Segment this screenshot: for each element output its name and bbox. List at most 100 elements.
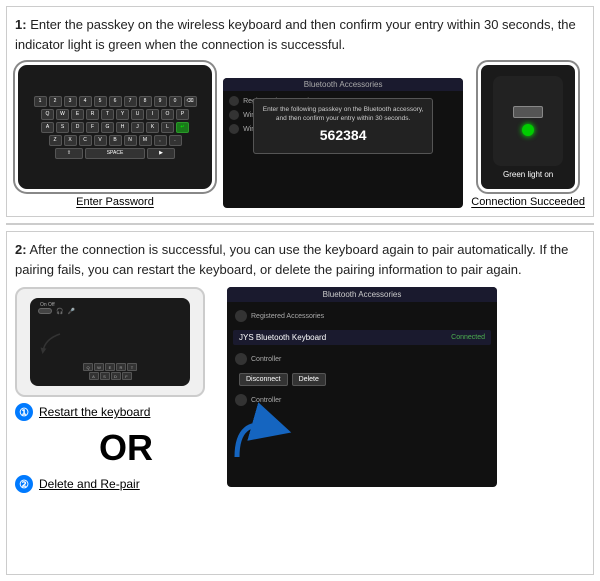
circled-2: ② [15, 475, 33, 493]
key-y: Y [116, 109, 129, 120]
usb-port-icon [513, 106, 543, 118]
tv2-menu-icon-2 [235, 353, 247, 365]
tv-topbar: Bluetooth Accessories [223, 78, 463, 91]
section1-header: 1: Enter the passkey on the wireless key… [15, 15, 585, 54]
tv2-menu-icon-1 [235, 310, 247, 322]
key-j: J [131, 122, 144, 133]
key-o: O [161, 109, 174, 120]
section2-images: On Off 🎧 🎤 Q W E [15, 287, 585, 493]
key-r: R [86, 109, 99, 120]
green-led-icon [522, 124, 534, 136]
key-c: C [79, 135, 92, 146]
mini-key: A [89, 372, 99, 380]
passkey-dialog: Enter the following passkey on the Bluet… [253, 98, 433, 154]
key-v: V [94, 135, 107, 146]
key-dot: . [169, 135, 182, 146]
tv-menu-icon-2 [229, 110, 239, 120]
option1-text: Restart the keyboard [39, 405, 150, 419]
tv2-device-name: JYS Bluetooth Keyboard [239, 333, 326, 342]
device-body [493, 76, 563, 166]
section2-header: 2: After the connection is successful, y… [15, 240, 585, 279]
key-3: 3 [64, 96, 77, 107]
tv2-topbar: Bluetooth Accessories [227, 287, 497, 302]
key-4: 4 [79, 96, 92, 107]
key-comma: , [154, 135, 167, 146]
tv2-menu-item-1: Registered Accessories [233, 308, 491, 324]
power-switch [38, 308, 52, 314]
tv-image-block: Bluetooth Accessories Registered Accesso… [223, 78, 463, 208]
tv2-delete-btn[interactable]: Delete [292, 373, 326, 386]
key-l: L [161, 122, 174, 133]
tv-menu-icon-1 [229, 96, 239, 106]
key-1: 1 [34, 96, 47, 107]
tv2-device-row: JYS Bluetooth Keyboard Connected [233, 330, 491, 345]
greenlight-image-block: Green light on Connection Succeeded [471, 62, 585, 208]
key-8: 8 [139, 96, 152, 107]
key-5: 5 [94, 96, 107, 107]
option1-item: ① Restart the keyboard [15, 403, 215, 421]
mini-key: T [127, 363, 137, 371]
blue-arrow-icon [227, 387, 307, 467]
or-text: OR [15, 427, 215, 469]
step2-description: After the connection is successful, you … [15, 242, 568, 277]
mic-icon: 🎤 [67, 308, 74, 315]
key-b: B [109, 135, 122, 146]
section1-images: 1 2 3 4 5 6 7 8 9 0 ⌫ [15, 62, 585, 208]
keyboard-image-block: 1 2 3 4 5 6 7 8 9 0 ⌫ [15, 62, 215, 208]
key-space: SPACE [85, 148, 145, 159]
key-s: S [56, 122, 69, 133]
mini-key: D [111, 372, 121, 380]
keyboard-image: 1 2 3 4 5 6 7 8 9 0 ⌫ [15, 62, 215, 192]
mini-key: F [122, 372, 132, 380]
key-a: A [41, 122, 54, 133]
page: 1: Enter the passkey on the wireless key… [0, 0, 600, 581]
mini-key: Q [83, 363, 93, 371]
key-f: F [86, 122, 99, 133]
tv-menu-icon-3 [229, 124, 239, 134]
key-n: N [124, 135, 137, 146]
green-light-label: Green light on [503, 170, 553, 179]
section2: 2: After the connection is successful, y… [6, 231, 594, 575]
mini-key: R [116, 363, 126, 371]
mini-key: S [100, 372, 110, 380]
key-d: D [71, 122, 84, 133]
dialog-instructions: Enter the following passkey on the Bluet… [260, 105, 426, 123]
tv-screen2: Bluetooth Accessories Registered Accesso… [227, 287, 497, 487]
key-m: M [139, 135, 152, 146]
key-t: T [101, 109, 114, 120]
right-caption: Connection Succeeded [471, 196, 585, 208]
switch-row: 🎧 🎤 [38, 308, 75, 315]
key-shift-left: ⇧ [55, 148, 83, 159]
passkey-code: 562384 [260, 127, 426, 143]
bluetooth-icon: 🎧 [56, 308, 63, 315]
green-light-image: Green light on [478, 62, 578, 192]
tv2-connected-badge: Connected [451, 334, 485, 341]
key-shift-right: ▶ [147, 148, 175, 159]
step2-number: 2: [15, 242, 27, 257]
key-x: X [64, 135, 77, 146]
key-2: 2 [49, 96, 62, 107]
tv2-disconnect-btn[interactable]: Disconnect [239, 373, 288, 386]
left-caption: Enter Password [76, 196, 154, 208]
key-7: 7 [124, 96, 137, 107]
mini-key: W [94, 363, 104, 371]
tv-screen: Bluetooth Accessories Registered Accesso… [223, 78, 463, 208]
key-del: ⌫ [184, 96, 197, 107]
option2-item: ② Delete and Re-pair [15, 475, 215, 493]
option2-text: Delete and Re-pair [39, 477, 140, 491]
key-q: Q [41, 109, 54, 120]
arrow-annotation-1 [35, 329, 65, 359]
key-g: G [101, 122, 114, 133]
key-i: I [146, 109, 159, 120]
key-6: 6 [109, 96, 122, 107]
tv2-controller-row: Controller [233, 351, 491, 367]
section-divider [6, 223, 594, 225]
keyboard-keys: 1 2 3 4 5 6 7 8 9 0 ⌫ [34, 96, 197, 159]
key-e: E [71, 109, 84, 120]
section1: 1: Enter the passkey on the wireless key… [6, 6, 594, 217]
key-enter: ↵ [176, 122, 189, 133]
key-p: P [176, 109, 189, 120]
mini-key: E [105, 363, 115, 371]
key-w: W [56, 109, 69, 120]
key-u: U [131, 109, 144, 120]
